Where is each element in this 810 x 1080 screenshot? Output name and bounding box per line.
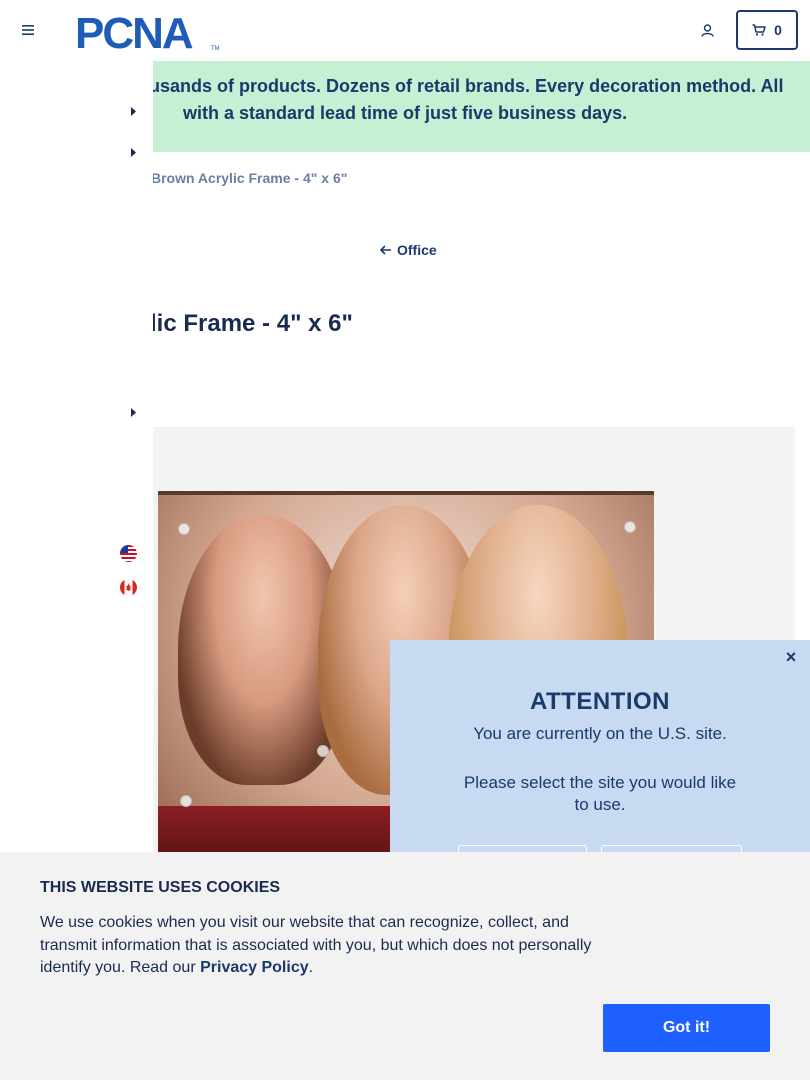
- cookie-text-end: .: [308, 959, 314, 976]
- modal-title: ATTENTION: [529, 688, 671, 715]
- breadcrumb-current: Brown Acrylic Frame - 4" x 6": [151, 170, 348, 186]
- promo-banner: usands of products. Dozens of retail bra…: [149, 61, 810, 152]
- cookie-banner: THIS WEBSITE USES COOKIES We use cookies…: [0, 852, 810, 1080]
- caret-right-icon: [130, 147, 136, 157]
- arrow-left-icon: [380, 245, 391, 255]
- cookie-text: We use cookies when you visit our websit…: [40, 912, 610, 980]
- caret-right-icon: [130, 407, 136, 417]
- caret-right-icon: [130, 106, 136, 116]
- breadcrumb: Brown Acrylic Frame - 4" x 6": [151, 170, 347, 186]
- cookie-text-body: We use cookies when you visit our websit…: [40, 914, 592, 976]
- cookie-title: THIS WEBSITE USES COOKIES: [40, 879, 281, 896]
- pcna-logo[interactable]: PCNA TM: [75, 9, 223, 58]
- cart-icon: [752, 24, 766, 36]
- modal-message: You are currently on the U.S. site.: [473, 724, 727, 743]
- side-menu: [0, 60, 153, 852]
- expand-arrow-1[interactable]: [128, 105, 138, 117]
- menu-button[interactable]: [18, 20, 38, 40]
- cart-button[interactable]: 0: [736, 10, 798, 50]
- modal-prompt: Please select the site you would like to…: [463, 773, 737, 814]
- cart-count: 0: [774, 22, 782, 38]
- logo-text: PCNA: [75, 10, 193, 52]
- back-link-label: Office: [397, 242, 437, 258]
- back-to-category-link[interactable]: Office: [380, 242, 437, 258]
- promo-line-2: with a standard lead time of just five b…: [183, 103, 628, 123]
- us-flag-icon[interactable]: [120, 545, 137, 562]
- hamburger-icon: [22, 25, 34, 35]
- canada-flag-icon[interactable]: [120, 579, 137, 596]
- expand-arrow-2[interactable]: [128, 146, 138, 158]
- privacy-policy-link[interactable]: Privacy Policy: [200, 959, 309, 976]
- logo-tm: TM: [211, 46, 220, 52]
- promo-line-1: usands of products. Dozens of retail bra…: [149, 76, 784, 96]
- user-icon: [700, 23, 714, 37]
- close-icon[interactable]: ×: [782, 648, 800, 666]
- expand-arrow-3[interactable]: [128, 406, 138, 418]
- site-header: PCNA TM 0: [0, 0, 810, 60]
- product-title: lic Frame - 4" x 6": [150, 310, 353, 337]
- account-button[interactable]: [696, 19, 718, 41]
- accept-cookies-button[interactable]: Got it!: [603, 1004, 770, 1052]
- site-select-modal: × ATTENTION You are currently on the U.S…: [390, 640, 810, 885]
